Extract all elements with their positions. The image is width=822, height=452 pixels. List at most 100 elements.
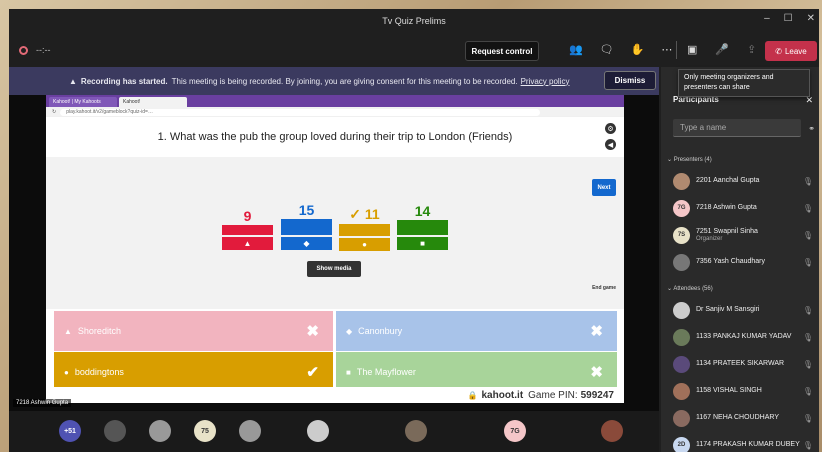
camera-off-icon[interactable]: ▣ xyxy=(687,43,697,56)
meeting-timer: --:-- xyxy=(36,45,51,55)
participant-row[interactable]: 1134 PRATEEK SIKARWAR 🎙 xyxy=(673,354,819,374)
participant-row[interactable]: Dr Sanjiv M Sansgiri 🎙 xyxy=(673,300,819,320)
circle-icon: ● xyxy=(64,367,69,377)
privacy-policy-link[interactable]: Privacy policy xyxy=(521,77,570,86)
attendees-header[interactable]: ⌄ Attendees (56) xyxy=(667,285,713,292)
gallery-avatar[interactable] xyxy=(405,420,427,442)
mic-muted-icon: 🎙 xyxy=(802,257,813,267)
avatar xyxy=(673,172,690,190)
participant-role: Organizer xyxy=(696,236,723,242)
browser-tab: Kahoot! | My Kahoots xyxy=(49,97,117,107)
question-text: 1. What was the pub the group loved duri… xyxy=(157,131,513,143)
results-area: Next Show media End game 9 ▲ 15 ◆ ✓ 11 ● 14 ■ xyxy=(46,157,624,309)
title-bar: Tv Quiz Prelims – ☐ ✕ xyxy=(9,9,819,33)
gallery-avatar[interactable] xyxy=(239,420,261,442)
avatar xyxy=(673,355,690,373)
answer-count: 9 xyxy=(243,208,252,224)
participant-row[interactable]: 7G 7218 Ashwin Gupta 🎙 xyxy=(673,198,819,218)
banner-title: Recording has started. xyxy=(80,76,168,86)
more-actions-icon[interactable]: ⋯ xyxy=(661,43,672,56)
participants-icon[interactable]: 👥 xyxy=(569,43,583,56)
recording-icon xyxy=(19,45,28,55)
raise-hand-icon[interactable]: ✋ xyxy=(631,43,645,56)
result-bar xyxy=(222,225,273,235)
participants-panel: Participants ✕ Type a name ⚭ ⌄ Presenter… xyxy=(661,67,819,452)
mic-muted-icon: 🎙 xyxy=(802,332,813,342)
attendees-header-label: Attendees (56) xyxy=(673,286,713,292)
participant-row[interactable]: 1158 VISHAL SINGH 🎙 xyxy=(673,381,819,401)
result-bar-column: 14 ■ xyxy=(397,203,448,250)
chat-icon[interactable]: 🗨 xyxy=(600,43,614,56)
bar-shape-icon: ● xyxy=(339,238,390,251)
avatar xyxy=(673,301,690,319)
window-title: Tv Quiz Prelims xyxy=(382,16,446,26)
participant-name: 7356 Yash Chaudhary xyxy=(696,258,766,265)
minimize-icon[interactable]: – xyxy=(764,13,770,24)
mic-muted-icon: 🎙 xyxy=(802,203,813,213)
gallery-avatar[interactable] xyxy=(307,420,329,442)
diamond-icon: ◆ xyxy=(346,326,353,336)
dismiss-button[interactable]: Dismiss xyxy=(604,71,656,90)
correct-check-icon: ✔ xyxy=(306,364,319,381)
result-bar-column: ✓ 11 ● xyxy=(339,206,390,251)
avatar: 7G xyxy=(673,199,690,217)
participant-row[interactable]: 2201 Aanchal Gupta 🎙 xyxy=(673,171,819,191)
participant-name: 7251 Swapnil Sinha xyxy=(696,228,758,235)
participant-name: 7218 Ashwin Gupta xyxy=(696,204,757,211)
request-control-button[interactable]: Request control xyxy=(465,41,539,61)
settings-icon: ⚙ xyxy=(605,123,616,134)
address-bar: play.kahoot.it/v2/gameblock?quiz-id=… xyxy=(60,108,541,116)
answer-count: 14 xyxy=(414,203,431,219)
leave-button[interactable]: ✆ Leave xyxy=(765,41,817,61)
presenters-header[interactable]: ⌄ Presenters (4) xyxy=(667,156,712,163)
square-icon: ■ xyxy=(346,367,351,377)
window-controls: – ☐ ✕ xyxy=(764,13,815,24)
share-tray-icon[interactable]: ⇪ xyxy=(747,43,756,56)
answer-option: ▲ Shoreditch ✖ xyxy=(54,311,333,351)
participant-search-input[interactable]: Type a name xyxy=(673,119,801,137)
shared-browser-window: Kahoot! | My Kahoots Kahoot! ↻ play.kaho… xyxy=(46,95,624,403)
participant-row[interactable]: 7356 Yash Chaudhary 🎙 xyxy=(673,252,819,272)
gallery-avatar[interactable] xyxy=(601,420,623,442)
question-header: 1. What was the pub the group loved duri… xyxy=(46,117,624,157)
gallery-avatar[interactable] xyxy=(104,420,126,442)
mic-muted-icon: 🎙 xyxy=(802,386,813,396)
next-button: Next xyxy=(592,179,616,196)
participant-row[interactable]: 1133 PANKAJ KUMAR YADAV 🎙 xyxy=(673,327,819,347)
end-game-link: End game xyxy=(592,285,616,291)
share-invite-icon[interactable]: ⚭ xyxy=(808,124,815,133)
presenters-header-label: Presenters (4) xyxy=(673,157,712,163)
answer-option: ◆ Canonbury ✖ xyxy=(336,311,617,351)
answer-label: The Mayflower xyxy=(356,367,416,377)
game-pin-label: Game PIN: xyxy=(528,389,578,401)
phone-icon: ✆ xyxy=(775,46,782,56)
gallery-avatar[interactable]: 7G xyxy=(504,420,526,442)
gallery-avatar[interactable]: 75 xyxy=(194,420,216,442)
overflow-participants-button[interactable]: +51 xyxy=(59,420,81,442)
teams-window: Tv Quiz Prelims – ☐ ✕ --:-- Request cont… xyxy=(9,9,819,452)
mic-muted-icon: 🎙 xyxy=(802,440,813,450)
wrong-icon: ✖ xyxy=(590,323,603,340)
result-bar xyxy=(281,219,332,235)
kahoot-brand: kahoot.it xyxy=(481,389,524,401)
participant-row[interactable]: 1167 NEHA CHOUDHARY 🎙 xyxy=(673,408,819,428)
triangle-icon: ▲ xyxy=(64,326,72,336)
gallery-avatar[interactable] xyxy=(149,420,171,442)
close-icon[interactable]: ✕ xyxy=(807,13,815,24)
participant-name: 1167 NEHA CHOUDHARY xyxy=(696,414,779,421)
mic-off-icon[interactable]: 🎤 xyxy=(715,43,729,56)
warning-icon: ▲ xyxy=(69,76,77,86)
result-bar xyxy=(397,220,448,235)
browser-tab-strip: Kahoot! | My Kahoots Kahoot! xyxy=(46,95,624,107)
mic-muted-icon: 🎙 xyxy=(802,305,813,315)
mic-muted-icon: 🎙 xyxy=(802,176,813,186)
answer-label: boddingtons xyxy=(74,367,124,377)
participant-name: 1134 PRATEEK SIKARWAR xyxy=(696,360,785,367)
participant-name: 1158 VISHAL SINGH xyxy=(696,387,762,394)
participant-row[interactable]: 7S 7251 Swapnil Sinha Organizer 🎙 xyxy=(673,225,819,245)
participant-row[interactable]: 2D 1174 PRAKASH KUMAR DUBEY 🎙 xyxy=(673,435,819,452)
skip-icon: ◀ xyxy=(605,139,616,150)
video-gallery-strip: +51 75 7G xyxy=(9,411,659,452)
maximize-icon[interactable]: ☐ xyxy=(784,13,793,24)
share-disabled-tooltip: Only meeting organizers and presenters c… xyxy=(678,69,810,97)
